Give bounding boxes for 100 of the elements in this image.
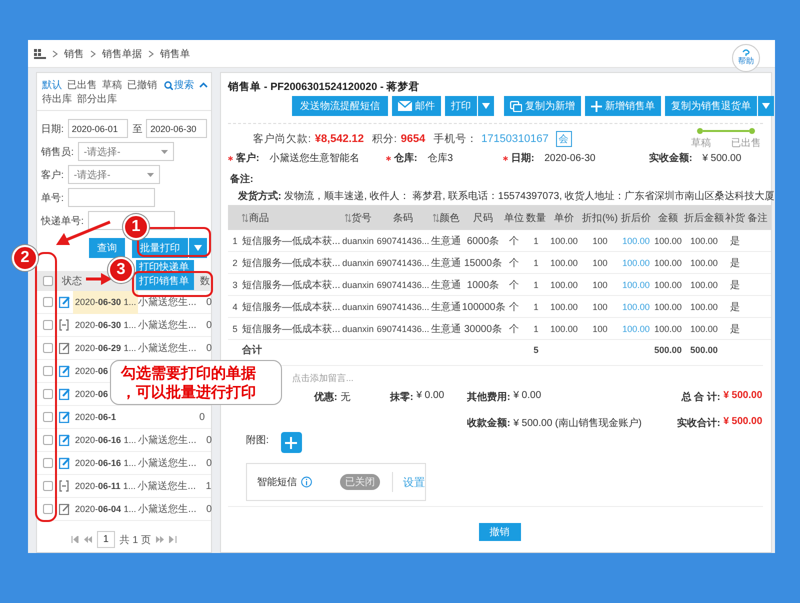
checkbox[interactable] xyxy=(43,504,53,514)
last-page-icon[interactable] xyxy=(168,536,177,543)
checkbox[interactable] xyxy=(43,412,53,422)
column-header[interactable]: 单价 xyxy=(554,210,574,224)
checkbox[interactable] xyxy=(43,366,53,376)
filter-tab[interactable]: 已出售 xyxy=(67,79,97,92)
checkbox[interactable] xyxy=(43,435,53,445)
column-header[interactable]: 颜色 xyxy=(432,210,460,224)
input-field[interactable] xyxy=(68,188,155,207)
column-header[interactable]: 折后价 xyxy=(621,210,651,224)
column-header[interactable]: 折后金额 xyxy=(684,210,724,224)
filter-tab[interactable]: 默认 xyxy=(42,79,62,92)
table-cell-text: 100.00 xyxy=(689,236,719,246)
table-cell-text: 短信服务—低成本获... xyxy=(242,278,340,292)
table-cell-text: 100.00 xyxy=(549,280,579,290)
breadcrumb-link[interactable]: 销售单 xyxy=(160,46,190,60)
filter-tab[interactable]: 草稿 xyxy=(102,79,122,92)
table-cell-text: 个 xyxy=(508,322,520,336)
order-date[interactable]: 2020-06 xyxy=(73,382,110,406)
date-field[interactable]: 2020-06-01 xyxy=(68,119,128,138)
order-date[interactable]: 2020-06-30 1... xyxy=(73,314,138,336)
field-label: 手机号： xyxy=(433,132,478,146)
page-number-field[interactable]: 1 xyxy=(97,531,115,548)
table-cell-text: 100.00 xyxy=(549,302,579,312)
edit-icon xyxy=(59,503,70,515)
table-cell: 690741436... xyxy=(376,236,430,246)
breadcrumb-link[interactable]: 销售 xyxy=(64,46,84,60)
field-value: ¥ 500.00 xyxy=(702,152,742,164)
sort-icon xyxy=(432,214,438,222)
breadcrumb-link[interactable]: 销售单据 xyxy=(102,46,142,60)
table-cell-text: 100000条 xyxy=(462,300,504,314)
column-header[interactable]: 货号 xyxy=(344,210,372,224)
order-date[interactable]: 2020-06 xyxy=(73,360,110,382)
dropdown-button[interactable] xyxy=(758,96,774,116)
table-cell-text: 100.00 xyxy=(653,280,683,290)
order-date[interactable]: 2020-06-16 1... xyxy=(73,452,138,474)
edit-icon xyxy=(59,411,70,423)
help-button[interactable]: 帮助 xyxy=(732,44,760,72)
column-header[interactable]: 备注 xyxy=(748,210,768,224)
previous-page-icon[interactable] xyxy=(84,536,92,543)
add-image-button[interactable] xyxy=(280,432,302,453)
edit-icon xyxy=(59,296,70,308)
total-cell-text: 500.00 xyxy=(689,344,719,354)
column-header[interactable]: 条码 xyxy=(393,210,413,224)
order-date[interactable]: 2020-06-04 1... xyxy=(73,498,138,520)
checkbox[interactable] xyxy=(43,458,53,468)
order-date[interactable]: 2020-06-16 1... xyxy=(73,428,138,452)
table-cell: 690741436... xyxy=(376,258,430,268)
field-value: 小黛送您生意智能名 xyxy=(269,152,360,165)
column-header[interactable]: 商品 xyxy=(242,210,269,224)
filter-tab[interactable]: 部分出库 xyxy=(77,93,117,106)
select-field[interactable]: -请选择- xyxy=(68,165,160,184)
row-number: 1 xyxy=(231,236,238,246)
checkbox[interactable] xyxy=(43,297,53,307)
search-link[interactable]: 搜索 xyxy=(164,79,194,92)
customer-name: 小黛送您生... xyxy=(138,456,198,470)
order-date[interactable]: 2020-06-29 1... xyxy=(73,336,138,360)
table-cell-text: 是 xyxy=(729,322,741,336)
customer-name: 小黛送您生... xyxy=(138,502,198,516)
order-date[interactable]: 2020-06-1 xyxy=(73,406,118,428)
table-cell-text: 100 xyxy=(591,236,609,246)
order-date[interactable]: 2020-06-11 1... xyxy=(73,474,138,498)
row-number: 5 xyxy=(231,324,238,334)
filter-tab[interactable]: 已撤销 xyxy=(127,79,157,92)
column-header[interactable]: 单位 xyxy=(504,210,524,224)
select-field[interactable]: -请选择- xyxy=(78,142,174,161)
table-cell-text: 6000条 xyxy=(466,234,500,248)
field-label: 备注: xyxy=(230,172,254,186)
date-field[interactable]: 2020-06-30 xyxy=(146,119,207,138)
column-header[interactable]: 折扣(%) xyxy=(582,210,618,224)
table-cell-text: 1 xyxy=(532,324,540,334)
row-number: 3 xyxy=(231,280,238,290)
column-header[interactable]: 金额 xyxy=(658,210,678,224)
column-header[interactable]: 数量 xyxy=(526,210,546,224)
checkbox[interactable] xyxy=(43,276,53,286)
table-cell-text: 100.00 xyxy=(653,324,683,334)
checkbox[interactable] xyxy=(43,389,53,399)
filter-tab[interactable]: 待出库 xyxy=(42,93,72,106)
checkbox[interactable] xyxy=(43,320,53,330)
collapse-icon[interactable] xyxy=(199,82,208,88)
step-label: 已出售 xyxy=(731,136,761,150)
table-cell-text: 个 xyxy=(508,234,520,248)
field-label: 销售员: xyxy=(41,146,74,158)
first-page-icon[interactable] xyxy=(71,536,80,543)
column-header[interactable]: 补货 xyxy=(725,210,745,224)
dropdown-button[interactable] xyxy=(189,238,207,258)
row-number: 2 xyxy=(231,258,238,268)
order-title: 销售单 - PF2006301524120020 - 蒋梦君 xyxy=(228,80,421,94)
order-date[interactable]: 2020-06-30 1... xyxy=(73,290,138,314)
caret-icon xyxy=(481,101,491,111)
table-cell-text: 100 xyxy=(591,258,609,268)
table-cell-text: 是 xyxy=(729,256,741,270)
checkbox[interactable] xyxy=(43,343,53,353)
document-icon xyxy=(59,319,70,331)
next-page-icon[interactable] xyxy=(156,536,164,543)
dropdown-button[interactable] xyxy=(478,96,494,116)
total-cell-text: 5 xyxy=(532,344,540,354)
column-header[interactable]: 尺码 xyxy=(473,210,493,224)
field-label: 附图: xyxy=(246,434,269,448)
checkbox[interactable] xyxy=(43,481,53,491)
